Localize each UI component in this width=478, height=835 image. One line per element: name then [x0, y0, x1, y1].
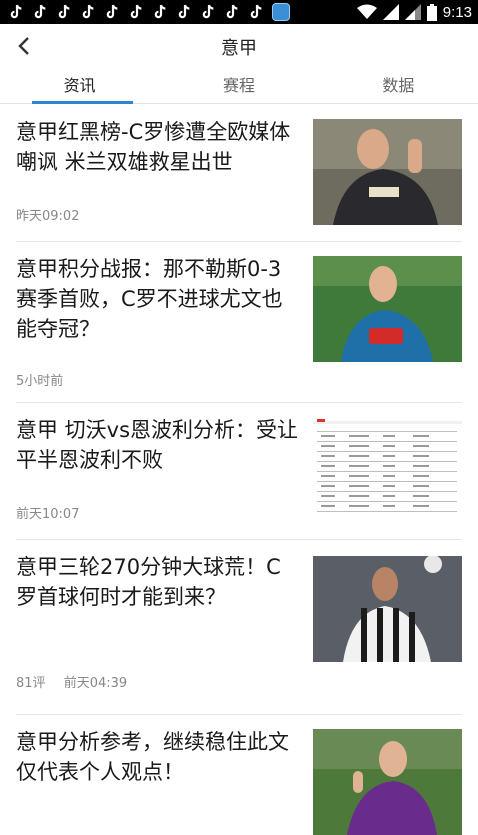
news-time: 前天04:39: [63, 676, 128, 691]
news-item[interactable]: 意甲三轮270分钟大球荒！C罗首球何时才能到来？ 81评 前天04:39: [16, 540, 462, 715]
tiktok-icon: [198, 2, 218, 22]
news-item[interactable]: 意甲积分战报：那不勒斯0-3赛季首败，C罗不进球尤文也能夺冠？ 5小时前: [16, 242, 462, 403]
status-time: 9:13: [442, 3, 472, 21]
signal-icon: [404, 4, 421, 20]
news-list: 意甲红黑榜-C罗惨遭全欧媒体嘲讽 米兰双雄救星出世 昨天09:02 意甲积分战报…: [0, 105, 478, 835]
status-bar: 9:13: [0, 0, 478, 24]
news-item[interactable]: 意甲红黑榜-C罗惨遭全欧媒体嘲讽 米兰双雄救星出世 昨天09:02: [16, 105, 462, 242]
tiktok-icon: [102, 2, 122, 22]
tab-bar: 资讯 赛程 数据: [0, 68, 478, 104]
news-thumbnail: [313, 729, 462, 835]
tiktok-icon: [222, 2, 242, 22]
news-time: 前天10:07: [16, 507, 80, 522]
tiktok-icon: [126, 2, 146, 22]
news-title: 意甲红黑榜-C罗惨遭全欧媒体嘲讽 米兰双雄救星出世: [16, 120, 291, 174]
notification-icons: [6, 2, 290, 22]
news-time: 昨天09:02: [16, 209, 80, 224]
news-thumbnail: [313, 256, 462, 362]
news-title: 意甲 切沃vs恩波利分析：受让平半恩波利不败: [16, 418, 299, 472]
page-title: 意甲: [221, 38, 257, 59]
news-meta: 前天10:07: [16, 503, 93, 522]
news-meta: 5小时前: [16, 370, 77, 389]
tab-data[interactable]: 数据: [319, 68, 478, 103]
tiktok-icon: [78, 2, 98, 22]
signal-icon: [382, 4, 399, 20]
tiktok-icon: [246, 2, 266, 22]
news-thumbnail: [313, 119, 462, 225]
wifi-icon: [356, 4, 377, 19]
battery-icon: [426, 3, 437, 21]
tab-news[interactable]: 资讯: [0, 68, 159, 104]
news-comments: 81评: [16, 676, 46, 691]
news-time: 5小时前: [16, 374, 64, 389]
tiktok-icon: [150, 2, 170, 22]
news-meta: 81评 前天04:39: [16, 672, 141, 691]
tiktok-icon: [30, 2, 50, 22]
tiktok-icon: [174, 2, 194, 22]
news-title: 意甲分析参考，继续稳住此文仅代表个人观点！: [16, 730, 289, 784]
news-title: 意甲三轮270分钟大球荒！C罗首球何时才能到来？: [16, 555, 281, 609]
news-item[interactable]: 意甲分析参考，继续稳住此文仅代表个人观点！: [16, 715, 462, 835]
news-item[interactable]: 意甲 切沃vs恩波利分析：受让平半恩波利不败 前天10:07: [16, 403, 462, 540]
tiktok-icon: [6, 2, 26, 22]
news-title: 意甲积分战报：那不勒斯0-3赛季首败，C罗不进球尤文也能夺冠？: [16, 257, 283, 341]
tiktok-icon: [54, 2, 74, 22]
app-icon: [272, 3, 290, 21]
tab-schedule[interactable]: 赛程: [159, 68, 318, 103]
news-thumbnail: [313, 417, 462, 523]
top-bar: 意甲: [0, 24, 478, 68]
system-status: 9:13: [356, 3, 472, 21]
news-meta: 昨天09:02: [16, 205, 93, 224]
news-thumbnail: [313, 556, 462, 662]
